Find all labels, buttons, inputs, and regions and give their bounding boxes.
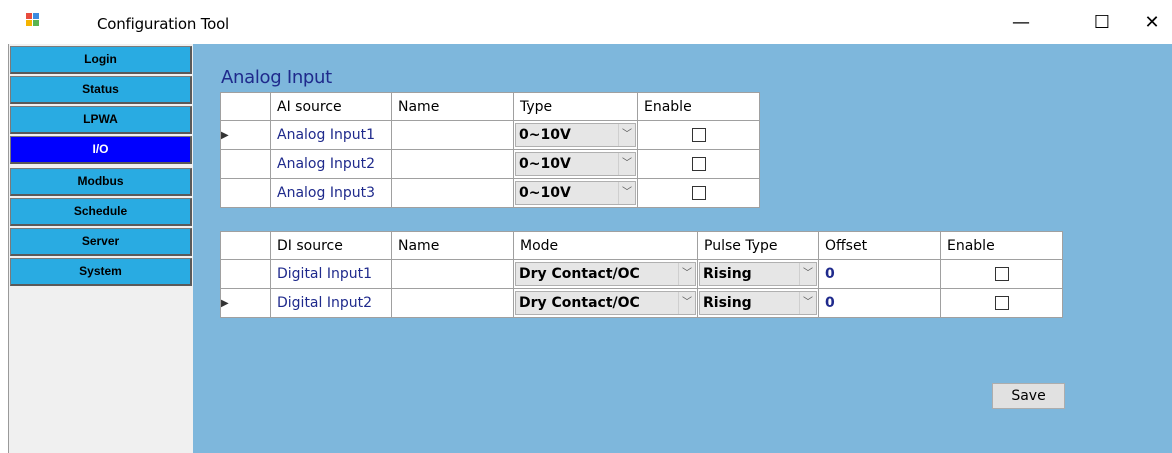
di-source-cell: Digital Input2 — [270, 288, 392, 318]
ai-type-cell: 0~10V ﹀ — [513, 120, 638, 150]
chevron-down-icon: ﹀ — [678, 292, 695, 314]
di-source-cell: Digital Input1 — [270, 259, 392, 289]
ai-type-cell: 0~10V ﹀ — [513, 178, 638, 208]
ai-enable-checkbox[interactable] — [691, 157, 706, 171]
chevron-down-icon: ﹀ — [799, 263, 816, 285]
di-name-field[interactable] — [391, 288, 514, 318]
di-pulse-type-value: Rising — [703, 295, 752, 311]
window-title: Configuration Tool — [97, 15, 230, 33]
di-offset-field[interactable]: 0 — [818, 288, 941, 318]
ai-source-cell: Analog Input1 — [270, 120, 392, 150]
ai-type-cell: 0~10V ﹀ — [513, 149, 638, 179]
column-header-type: Type — [513, 92, 638, 121]
column-header-name: Name — [391, 92, 514, 121]
nav-modbus-button[interactable]: Modbus — [10, 168, 192, 196]
di-name-field[interactable] — [391, 259, 514, 289]
ai-name-field[interactable] — [391, 120, 514, 150]
ai-enable-checkbox[interactable] — [691, 128, 706, 142]
di-enable-checkbox[interactable] — [994, 296, 1009, 310]
sidebar: Login Status LPWA I/O Modbus Schedule Se… — [8, 44, 193, 453]
nav-system-button[interactable]: System — [10, 258, 192, 286]
di-pulse-type-cell: Rising ﹀ — [697, 288, 819, 318]
main-panel: Analog Input AI source Name Type Enable … — [193, 44, 1172, 453]
ai-type-value: 0~10V — [519, 156, 571, 172]
ai-type-value: 0~10V — [519, 185, 571, 201]
chevron-down-icon: ﹀ — [799, 292, 816, 314]
di-pulse-type-dropdown[interactable]: Rising ﹀ — [699, 262, 817, 286]
row-selector-cell[interactable] — [220, 178, 271, 208]
ai-name-field[interactable] — [391, 149, 514, 179]
table-row[interactable]: Digital Input1 Dry Contact/OC ﹀ Rising ﹀ 0 — [220, 259, 1063, 289]
di-mode-value: Dry Contact/OC — [519, 266, 640, 282]
ai-name-field[interactable] — [391, 178, 514, 208]
ai-enable-cell — [637, 120, 760, 150]
di-mode-value: Dry Contact/OC — [519, 295, 640, 311]
table-row[interactable]: Analog Input2 0~10V ﹀ — [220, 149, 760, 179]
column-header-enable: Enable — [940, 231, 1063, 260]
close-button[interactable]: ✕ — [1132, 8, 1172, 38]
analog-input-title: Analog Input — [221, 67, 332, 88]
analog-input-table: AI source Name Type Enable ▶ Analog Inpu… — [220, 92, 760, 208]
row-header-corner — [220, 231, 271, 260]
column-header-pulse-type: Pulse Type — [697, 231, 819, 260]
ai-enable-cell — [637, 149, 760, 179]
nav-login-button[interactable]: Login — [10, 46, 192, 74]
table-header-row: AI source Name Type Enable — [220, 92, 760, 121]
row-selector-cell[interactable] — [220, 259, 271, 289]
ai-source-cell: Analog Input2 — [270, 149, 392, 179]
row-selector-icon[interactable]: ▶ — [220, 120, 271, 150]
ai-type-dropdown[interactable]: 0~10V ﹀ — [515, 152, 636, 176]
di-mode-cell: Dry Contact/OC ﹀ — [513, 259, 698, 289]
di-enable-checkbox[interactable] — [994, 267, 1009, 281]
row-selector-icon[interactable]: ▶ — [220, 288, 271, 318]
column-header-offset: Offset — [818, 231, 941, 260]
row-header-corner — [220, 92, 271, 121]
ai-source-cell: Analog Input3 — [270, 178, 392, 208]
di-enable-cell — [940, 288, 1063, 318]
di-pulse-type-value: Rising — [703, 266, 752, 282]
minimize-button[interactable]: — — [1001, 8, 1041, 38]
di-mode-dropdown[interactable]: Dry Contact/OC ﹀ — [515, 291, 696, 315]
nav-status-button[interactable]: Status — [10, 76, 192, 104]
column-header-enable: Enable — [637, 92, 760, 121]
di-offset-field[interactable]: 0 — [818, 259, 941, 289]
di-pulse-type-dropdown[interactable]: Rising ﹀ — [699, 291, 817, 315]
table-row[interactable]: ▶ Analog Input1 0~10V ﹀ — [220, 120, 760, 150]
app-icon — [26, 13, 39, 26]
save-button[interactable]: Save — [992, 383, 1065, 409]
column-header-mode: Mode — [513, 231, 698, 260]
ai-type-dropdown[interactable]: 0~10V ﹀ — [515, 123, 636, 147]
column-header-di-source: DI source — [270, 231, 392, 260]
ai-type-dropdown[interactable]: 0~10V ﹀ — [515, 181, 636, 205]
row-selector-cell[interactable] — [220, 149, 271, 179]
chevron-down-icon: ﹀ — [618, 124, 635, 146]
ai-enable-cell — [637, 178, 760, 208]
table-row[interactable]: ▶ Digital Input2 Dry Contact/OC ﹀ Rising ﹀… — [220, 288, 1063, 318]
title-bar: Configuration Tool — ☐ ✕ — [0, 0, 1172, 44]
digital-input-table: DI source Name Mode Pulse Type Offset En… — [220, 231, 1063, 318]
ai-enable-checkbox[interactable] — [691, 186, 706, 200]
nav-schedule-button[interactable]: Schedule — [10, 198, 192, 226]
table-header-row: DI source Name Mode Pulse Type Offset En… — [220, 231, 1063, 260]
column-header-name: Name — [391, 231, 514, 260]
di-pulse-type-cell: Rising ﹀ — [697, 259, 819, 289]
nav-server-button[interactable]: Server — [10, 228, 192, 256]
di-enable-cell — [940, 259, 1063, 289]
column-header-ai-source: AI source — [270, 92, 392, 121]
table-row[interactable]: Analog Input3 0~10V ﹀ — [220, 178, 760, 208]
chevron-down-icon: ﹀ — [618, 153, 635, 175]
chevron-down-icon: ﹀ — [678, 263, 695, 285]
nav-lpwa-button[interactable]: LPWA — [10, 106, 192, 134]
di-mode-dropdown[interactable]: Dry Contact/OC ﹀ — [515, 262, 696, 286]
ai-type-value: 0~10V — [519, 127, 571, 143]
maximize-button[interactable]: ☐ — [1082, 8, 1122, 38]
nav-io-button[interactable]: I/O — [10, 136, 192, 164]
chevron-down-icon: ﹀ — [618, 182, 635, 204]
di-mode-cell: Dry Contact/OC ﹀ — [513, 288, 698, 318]
